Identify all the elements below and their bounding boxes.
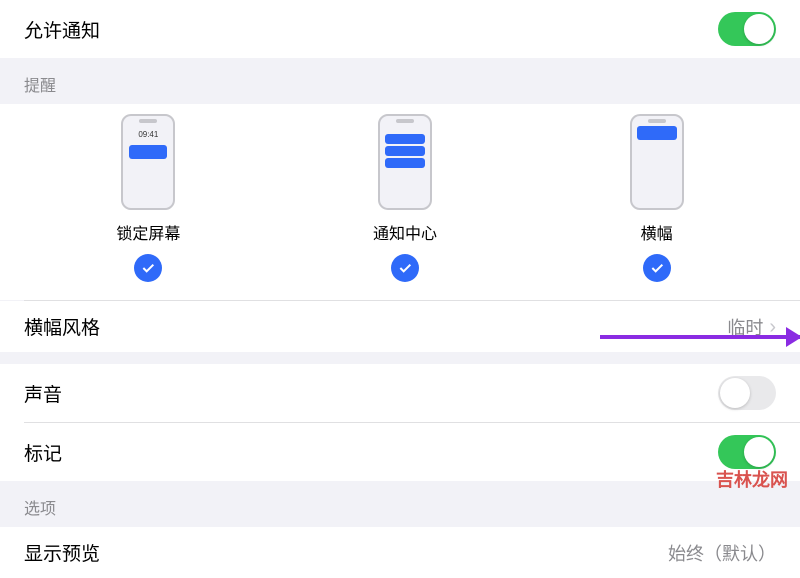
banner-style-label: 横幅风格 (24, 313, 100, 340)
show-preview-label: 显示预览 (24, 539, 100, 566)
alerts-section-header: 提醒 (0, 58, 800, 104)
banners-label: 横幅 (641, 220, 673, 244)
banners-phone-icon (630, 114, 684, 210)
badges-toggle[interactable] (718, 435, 776, 469)
sound-row: 声音 (0, 364, 800, 422)
chevron-right-icon: › (769, 317, 776, 337)
alert-option-banners[interactable]: 横幅 (630, 114, 684, 282)
sound-toggle[interactable] (718, 376, 776, 410)
watermark-text: 吉林龙网 (716, 466, 788, 492)
options-section-header: 选项 (0, 481, 800, 527)
banner-style-row[interactable]: 横幅风格 临时 › (0, 301, 800, 352)
alert-option-lockscreen[interactable]: 09:41 锁定屏幕 (116, 114, 180, 282)
show-preview-row[interactable]: 显示预览 始终（默认） (0, 527, 800, 578)
allow-notifications-label: 允许通知 (24, 16, 100, 43)
badges-row: 标记 (0, 423, 800, 481)
lockscreen-label: 锁定屏幕 (116, 220, 180, 244)
notification-center-label: 通知中心 (373, 220, 437, 244)
alert-style-options: 09:41 锁定屏幕 通知中心 横幅 (0, 104, 800, 300)
annotation-arrow-icon (600, 335, 800, 339)
lockscreen-check-icon (134, 254, 162, 282)
alert-option-notification-center[interactable]: 通知中心 (373, 114, 437, 282)
lockscreen-phone-icon: 09:41 (121, 114, 175, 210)
allow-notifications-row: 允许通知 (0, 0, 800, 58)
badges-label: 标记 (24, 439, 62, 466)
lockscreen-time: 09:41 (123, 130, 173, 139)
notification-center-phone-icon (378, 114, 432, 210)
show-preview-value: 始终（默认） (668, 540, 776, 566)
banners-check-icon (643, 254, 671, 282)
notification-center-check-icon (391, 254, 419, 282)
allow-notifications-toggle[interactable] (718, 12, 776, 46)
sound-label: 声音 (24, 380, 62, 407)
